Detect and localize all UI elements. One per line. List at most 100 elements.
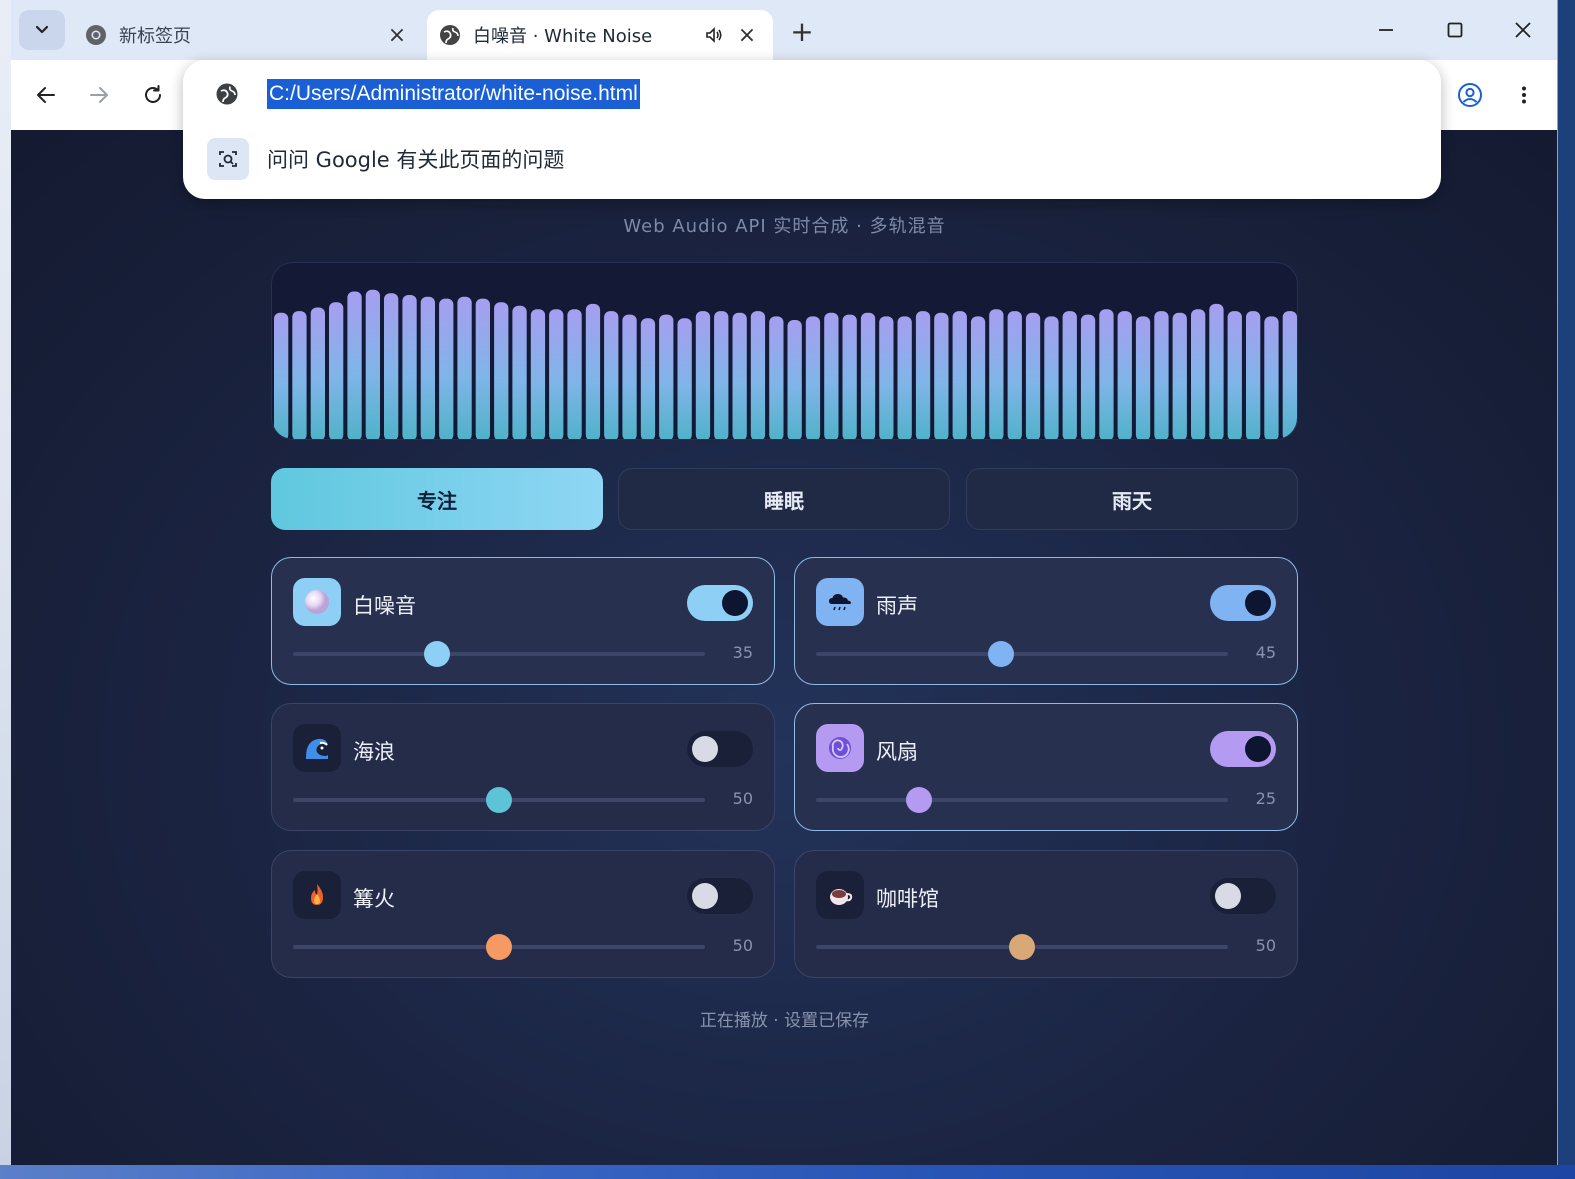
visualizer-bar	[439, 298, 454, 439]
visualizer-bar	[695, 311, 711, 439]
volume-slider[interactable]	[293, 641, 705, 667]
visualizer-bar	[989, 309, 1004, 439]
slider-thumb[interactable]	[486, 934, 512, 960]
volume-slider[interactable]	[293, 934, 705, 960]
maximize-icon	[1447, 22, 1463, 38]
arrow-right-icon	[90, 87, 108, 103]
sound-toggle[interactable]	[1210, 585, 1276, 621]
sound-card-campfire: 篝火 50	[271, 850, 775, 978]
sound-toggle[interactable]	[687, 585, 753, 621]
visualizer-bar	[787, 320, 802, 439]
new-tab-button[interactable]: +	[785, 14, 819, 48]
close-icon	[1515, 22, 1531, 38]
volume-slider[interactable]	[293, 787, 705, 813]
tab-search-button[interactable]	[19, 10, 65, 50]
visualizer-bar	[1080, 314, 1096, 439]
tab-white-noise[interactable]: 白噪音 · White Noise ×	[427, 10, 773, 60]
close-tab-icon[interactable]: ×	[383, 21, 411, 49]
preset-sleep-button[interactable]: 睡眠	[618, 468, 950, 530]
profile-button[interactable]	[1453, 78, 1487, 112]
address-bar-input[interactable]: C:/Users/Administrator/white-noise.html	[267, 79, 640, 109]
visualizer-bar	[1282, 311, 1297, 439]
visualizer-bar	[347, 291, 362, 439]
slider-thumb[interactable]	[988, 641, 1015, 667]
visualizer-bar	[732, 312, 747, 439]
slider-thumb[interactable]	[486, 787, 512, 813]
visualizer-bar	[1062, 311, 1077, 439]
volume-slider[interactable]	[816, 934, 1228, 960]
volume-value: 50	[732, 789, 753, 808]
volume-value: 35	[732, 643, 753, 662]
visualizer-bar	[530, 309, 546, 439]
slider-thumb[interactable]	[1009, 934, 1035, 960]
page-content: Web Audio API 实时合成 · 多轨混音 专注 睡眠 雨天 白噪音 3…	[11, 130, 1557, 1165]
visualizer-bar	[365, 289, 380, 439]
visualizer-bar	[952, 311, 967, 439]
visualizer-bar	[1264, 316, 1279, 439]
slider-thumb[interactable]	[424, 641, 451, 667]
tab-new-tab[interactable]: 新标签页 ×	[77, 10, 423, 60]
sound-toggle[interactable]	[687, 731, 753, 767]
visualizer-bar	[1117, 311, 1132, 439]
sound-toggle[interactable]	[1210, 731, 1276, 767]
speaker-icon[interactable]	[701, 22, 727, 48]
omnibox-dropdown: C:/Users/Administrator/white-noise.html …	[183, 60, 1441, 199]
visualizer-bar	[292, 311, 307, 439]
coffee-icon	[816, 871, 864, 919]
fan-icon	[816, 724, 864, 772]
volume-slider[interactable]	[816, 641, 1228, 667]
visualizer-bar	[640, 318, 656, 439]
visualizer-bar	[1135, 316, 1151, 439]
status-text: 正在播放 · 设置已保存	[699, 1011, 870, 1031]
sound-toggle[interactable]	[687, 878, 753, 914]
chrome-icon	[85, 24, 107, 46]
menu-button[interactable]	[1507, 78, 1541, 112]
visualizer-bar	[512, 305, 527, 439]
visualizer-bar	[1154, 311, 1169, 439]
visualizer-bar	[879, 316, 894, 439]
globe-icon	[439, 24, 461, 46]
visualizer-bar	[420, 296, 435, 439]
sound-card-rain: 雨声 45	[794, 557, 1298, 685]
visualizer-bar	[897, 316, 912, 439]
sound-name: 白噪音	[353, 594, 416, 618]
volume-value: 50	[732, 936, 753, 955]
visualizer-bar	[842, 314, 857, 439]
visualizer-bar	[1172, 312, 1187, 439]
reload-button[interactable]	[136, 78, 170, 112]
visualizer-bar	[604, 311, 619, 439]
omnibox-suggestion[interactable]: 问问 Google 有关此页面的问题	[267, 144, 564, 174]
back-button[interactable]	[29, 78, 63, 112]
visualizer-bar	[1044, 316, 1059, 439]
forward-button[interactable]	[82, 78, 116, 112]
visualizer-bar	[402, 295, 417, 439]
sound-toggle[interactable]	[1210, 878, 1276, 914]
sound-card-white-noise: 白噪音 35	[271, 557, 775, 685]
tab-title: 白噪音 · White Noise	[473, 26, 653, 47]
close-tab-icon[interactable]: ×	[733, 21, 761, 49]
visualizer-bar	[677, 318, 692, 439]
visualizer-bar	[1246, 311, 1261, 439]
slider-thumb[interactable]	[906, 787, 932, 813]
fire-icon	[293, 871, 341, 919]
close-window-button[interactable]	[1503, 12, 1543, 48]
wave-icon	[293, 724, 341, 772]
visualizer-bar	[714, 311, 729, 439]
visualizer-bar	[1025, 312, 1041, 439]
visualizer-bar	[934, 312, 949, 439]
sound-name: 篝火	[353, 887, 395, 911]
lens-icon	[207, 138, 249, 180]
preset-rain-button[interactable]: 雨天	[966, 468, 1298, 530]
page-subtitle: Web Audio API 实时合成 · 多轨混音	[623, 216, 946, 237]
volume-slider[interactable]	[816, 787, 1228, 813]
visualizer-bar	[274, 312, 289, 439]
sound-name: 海浪	[353, 740, 395, 764]
visualizer-bar	[310, 307, 325, 439]
visualizer-bar	[329, 302, 344, 439]
visualizer-bar	[475, 298, 490, 439]
visualizer-bar	[970, 316, 986, 439]
maximize-button[interactable]	[1435, 12, 1475, 48]
preset-focus-button[interactable]: 专注	[271, 468, 603, 530]
sound-name: 雨声	[876, 594, 918, 618]
minimize-button[interactable]	[1366, 12, 1406, 48]
